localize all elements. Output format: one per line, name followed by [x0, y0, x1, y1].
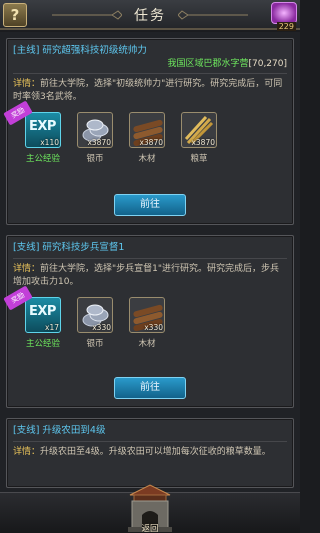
quest-title: [主线] 研究超强科技初级统帅力 [13, 45, 147, 56]
silver-coin-icon: x3870 [77, 112, 113, 148]
title-ornament-right [178, 10, 248, 20]
divider [13, 258, 287, 259]
location-coord: [70,270] [248, 59, 287, 69]
reward-exp[interactable]: EXP x17 主公经验 [25, 297, 61, 349]
detail-label: 详情： [13, 79, 41, 89]
quest-description: 详情：升级农田至4级。升级农田可以增加每次征收的粮草数量。 [13, 446, 287, 459]
reward-qty: x3870 [191, 138, 215, 147]
grain-icon: x3870 [181, 112, 217, 148]
quest-title: [支线] 升级农田到4级 [13, 425, 106, 436]
top-bar: ? 任务 229 [0, 0, 300, 31]
reward-label: 主公经验 [25, 154, 60, 164]
quest-card-side: [支线] 研究科技步兵宣督1 详情：前往大学院，选择"步兵宣督1"进行研究。研究… [3, 235, 294, 408]
page-title: 任务 [134, 8, 166, 24]
divider [13, 73, 287, 74]
detail-text: 前往大学院，选择"初级统帅力"进行研究。研究完成后，可同时率领3名武将。 [13, 79, 283, 102]
detail-label: 详情： [13, 447, 41, 457]
detail-text: 前往大学院，选择"步兵宣督1"进行研究。研究完成后，步兵增加攻击力10。 [13, 264, 280, 287]
quest-description: 详情：前往大学院，选择"步兵宣督1"进行研究。研究完成后，步兵增加攻击力10。 [13, 263, 287, 289]
quest-description: 详情：前往大学院，选择"初级统帅力"进行研究。研究完成后，可同时率领3名武将。 [13, 78, 287, 104]
wood-icon: x330 [129, 297, 165, 333]
go-button[interactable]: 前往 [114, 377, 186, 399]
quest-list[interactable]: [主线] 研究超强科技初级统帅力 我国区域巴郡水字营[70,270] 详情：前往… [0, 32, 300, 492]
rewards: 奖励 EXP x110 主公经验 x3870 银币 x3870 木材 x3870… [3, 100, 287, 174]
silver-coin-icon: x330 [77, 297, 113, 333]
reward-label: 粮草 [190, 154, 208, 164]
reward-qty: x3870 [139, 138, 163, 147]
reward-label: 银币 [86, 154, 104, 164]
location-text: 我国区域巴郡水字营 [167, 59, 249, 69]
reward-label: 主公经验 [25, 339, 60, 349]
bottom-bar: 返回 [0, 484, 300, 533]
detail-label: 详情： [13, 264, 41, 274]
gem-count: 229 [276, 22, 296, 31]
reward-qty: x330 [144, 323, 163, 332]
quest-title: [支线] 研究科技步兵宣督1 [13, 242, 125, 253]
reward-label: 银币 [86, 339, 104, 349]
reward-silver[interactable]: x3870 银币 [77, 112, 113, 164]
wood-icon: x3870 [129, 112, 165, 148]
quest-location[interactable]: 我国区域巴郡水字营[70,270] [13, 58, 287, 70]
reward-grain[interactable]: x3870 粮草 [181, 112, 217, 164]
reward-label: 木材 [138, 154, 156, 164]
rewards: 奖励 EXP x17 主公经验 x330 银币 x330 木材 [3, 285, 287, 359]
reward-wood[interactable]: x330 木材 [129, 297, 165, 349]
detail-text: 升级农田至4级。升级农田可以增加每次征收的粮草数量。 [40, 447, 271, 457]
reward-qty: x17 [45, 323, 59, 332]
divider [13, 441, 287, 442]
back-button[interactable]: 返回 [0, 522, 300, 533]
go-button[interactable]: 前往 [114, 194, 186, 216]
gem-icon[interactable] [271, 2, 297, 24]
reward-exp[interactable]: EXP x110 主公经验 [25, 112, 61, 164]
reward-wood[interactable]: x3870 木材 [129, 112, 165, 164]
exp-icon: EXP x110 [25, 112, 61, 148]
quest-card-side: [支线] 升级农田到4级 详情：升级农田至4级。升级农田可以增加每次征收的粮草数… [6, 418, 294, 488]
reward-qty: x330 [92, 323, 111, 332]
exp-icon: EXP x17 [25, 297, 61, 333]
reward-qty: x3870 [87, 138, 111, 147]
reward-qty: x110 [40, 138, 59, 147]
reward-label: 木材 [138, 339, 156, 349]
reward-silver[interactable]: x330 银币 [77, 297, 113, 349]
quest-card-main: [主线] 研究超强科技初级统帅力 我国区域巴郡水字营[70,270] 详情：前往… [3, 38, 294, 225]
